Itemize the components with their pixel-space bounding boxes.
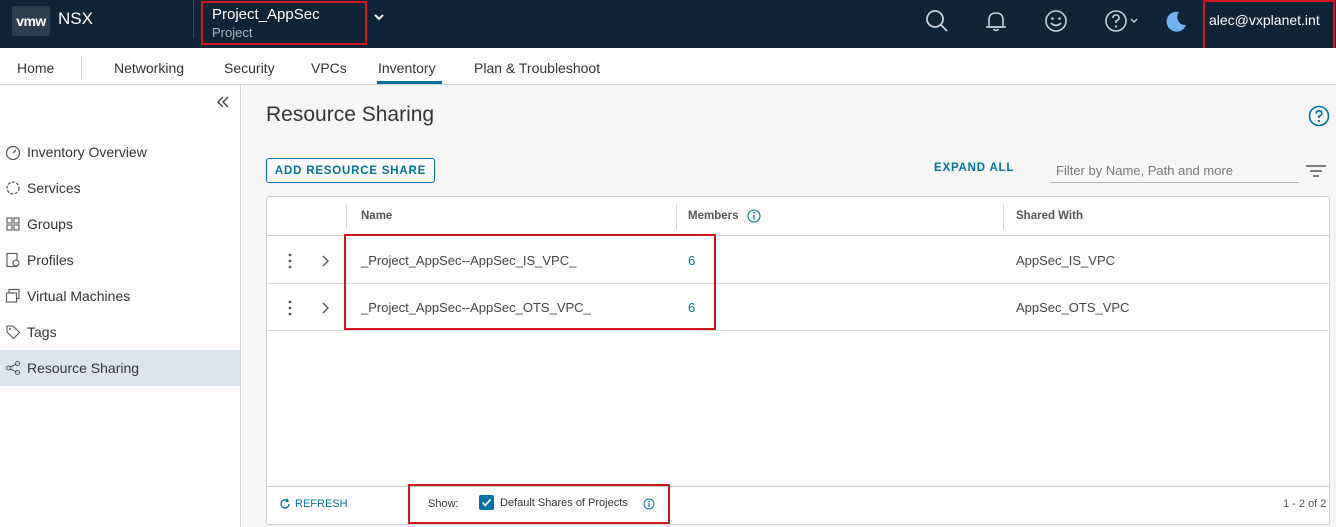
tab-inventory[interactable]: Inventory [378, 60, 436, 76]
grid-header: Name Members Shared With [267, 197, 1329, 236]
tab-security[interactable]: Security [224, 60, 275, 76]
kebab-menu-icon[interactable] [285, 252, 295, 270]
column-divider [346, 204, 347, 229]
active-tab-indicator [377, 81, 442, 84]
sidebar-item-label: Profiles [27, 252, 74, 268]
chevron-down-icon[interactable] [372, 10, 386, 24]
kebab-menu-icon[interactable] [285, 299, 295, 317]
tab-networking[interactable]: Networking [114, 60, 184, 76]
header-divider [193, 0, 194, 38]
share-name-cell: _Project_AppSec--AppSec_OTS_VPC_ [361, 300, 591, 315]
nav-divider [81, 56, 82, 80]
shared-with-cell: AppSec_OTS_VPC [1016, 300, 1130, 315]
search-icon[interactable] [924, 8, 950, 34]
tab-home[interactable]: Home [17, 60, 54, 76]
help-icon[interactable] [1103, 8, 1143, 34]
collapse-sidebar-icon[interactable] [214, 93, 232, 111]
sidebar-item-groups[interactable]: Groups [0, 206, 240, 242]
shared-with-cell: AppSec_IS_VPC [1016, 253, 1116, 268]
sidebar-item-label: Virtual Machines [27, 288, 131, 304]
page-title: Resource Sharing [266, 103, 435, 126]
product-name: NSX [58, 9, 93, 28]
project-type-label: Project [212, 25, 253, 40]
table-row: _Project_AppSec--AppSec_IS_VPC_ 6 AppSec… [267, 237, 1329, 284]
add-resource-share-button[interactable]: ADD RESOURCE SHARE [266, 158, 435, 183]
refresh-label: REFRESH [295, 498, 348, 510]
members-count-link[interactable]: 6 [688, 300, 695, 315]
checkmark-icon [481, 498, 492, 507]
vmware-logo: vmw [12, 6, 50, 36]
smiley-icon[interactable] [1043, 8, 1069, 34]
gauge-icon [5, 145, 21, 160]
tab-plan-troubleshoot[interactable]: Plan & Troubleshoot [474, 60, 600, 76]
info-icon[interactable] [747, 209, 761, 223]
sidebar-item-label: Tags [27, 324, 57, 340]
filter-input[interactable] [1050, 158, 1299, 183]
project-name: Project_AppSec [212, 6, 320, 23]
sidebar-item-profiles[interactable]: Profiles [0, 242, 240, 278]
grid-footer: REFRESH Show: Default Shares of Projects… [267, 484, 1329, 524]
groups-icon [6, 217, 20, 231]
services-icon [6, 181, 20, 195]
moon-icon[interactable] [1163, 8, 1189, 34]
info-icon[interactable] [643, 498, 655, 510]
refresh-icon [280, 498, 290, 509]
column-header-shared-with[interactable]: Shared With [1016, 210, 1083, 222]
default-shares-label: Default Shares of Projects [500, 497, 628, 509]
sidebar-item-label: Services [27, 180, 81, 196]
expand-all-button[interactable]: EXPAND ALL [934, 162, 1014, 174]
pagination-info: 1 - 2 of 2 [1283, 498, 1327, 510]
column-divider [676, 204, 677, 229]
show-label: Show: [428, 498, 459, 510]
sidebar-item-tags[interactable]: Tags [0, 314, 240, 350]
user-menu[interactable]: alec@vxplanet.int [1203, 0, 1335, 50]
chevron-right-icon[interactable] [319, 301, 331, 315]
members-count-link[interactable]: 6 [688, 253, 695, 268]
chevron-right-icon[interactable] [319, 254, 331, 268]
sidebar-item-label: Inventory Overview [27, 144, 147, 160]
sidebar-item-resource-sharing[interactable]: Resource Sharing [0, 350, 240, 386]
refresh-button[interactable]: REFRESH [279, 498, 348, 510]
default-shares-checkbox[interactable] [479, 495, 494, 510]
sidebar-item-inventory-overview[interactable]: Inventory Overview [0, 134, 240, 170]
sidebar-item-services[interactable]: Services [0, 170, 240, 206]
bell-icon[interactable] [983, 8, 1009, 34]
help-circle-icon[interactable] [1308, 105, 1330, 127]
sidebar-item-label: Groups [27, 216, 73, 232]
share-icon [5, 360, 21, 376]
sidebar: Inventory Overview Services Groups Profi… [0, 85, 241, 527]
project-switcher[interactable]: Project_AppSec Project [201, 1, 367, 45]
sidebar-item-label: Resource Sharing [27, 360, 140, 376]
filter-icon[interactable] [1305, 163, 1327, 179]
tag-icon [6, 325, 21, 340]
table-row: _Project_AppSec--AppSec_OTS_VPC_ 6 AppSe… [267, 284, 1329, 331]
main-content: Resource Sharing ADD RESOURCE SHARE EXPA… [242, 85, 1336, 527]
default-shares-filter: Show: Default Shares of Projects [408, 484, 670, 524]
sidebar-item-virtual-machines[interactable]: Virtual Machines [0, 278, 240, 314]
profiles-icon [6, 252, 20, 268]
column-divider [1003, 204, 1004, 229]
share-name-cell: _Project_AppSec--AppSec_IS_VPC_ [361, 253, 577, 268]
tab-vpcs[interactable]: VPCs [311, 60, 347, 76]
column-header-name[interactable]: Name [361, 210, 392, 222]
column-header-members[interactable]: Members [688, 210, 739, 222]
main-nav: Home Networking Security VPCs Inventory … [0, 48, 1336, 85]
top-header: vmw NSX Project_AppSec Project alec@vxpl… [0, 0, 1336, 50]
vm-icon [5, 288, 20, 303]
resource-share-grid: Name Members Shared With _Project_AppSec… [266, 196, 1330, 525]
